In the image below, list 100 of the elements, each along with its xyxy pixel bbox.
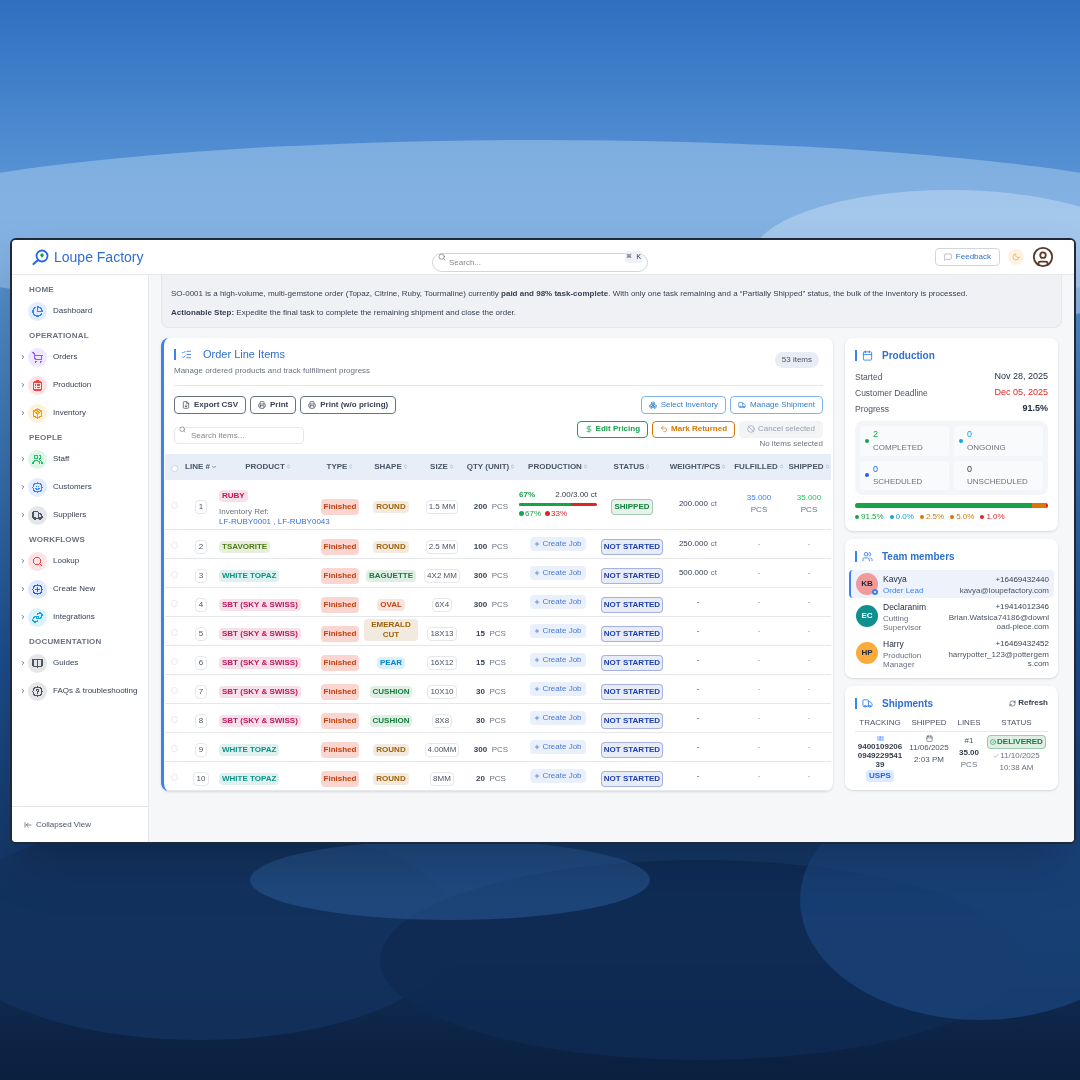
status-tag: SHIPPED [611, 499, 653, 516]
shape-tag: ROUND [373, 744, 409, 756]
sort-icon[interactable] [778, 464, 784, 469]
nav-item[interactable]: Create New [53, 583, 96, 595]
size-tag: 4.00MM [424, 743, 460, 757]
column-header[interactable]: LINE # [185, 460, 210, 473]
feedback-button[interactable]: Feedback [934, 248, 1000, 266]
column-header: TRACKING [858, 716, 902, 729]
weight: - [696, 655, 700, 664]
card-title: Order Line Items [203, 347, 285, 362]
refresh-button[interactable]: Refresh [1009, 697, 1048, 709]
sort-icon[interactable] [285, 464, 291, 469]
search-items-field[interactable]: Search items... [174, 426, 304, 444]
unit: PCS [489, 716, 506, 725]
fulfilled-quantity: - [756, 654, 762, 666]
create-job-button[interactable]: Create Job [530, 682, 586, 696]
nav-item[interactable]: Staff [53, 453, 70, 465]
nav-item[interactable]: Dashboard [53, 305, 93, 317]
team-member[interactable]: KB Kavya Order Lead +16469432440 kavya@loupefactory.com [849, 570, 1054, 598]
weight: - [696, 742, 700, 751]
toolbar-button[interactable]: Print [250, 395, 297, 414]
column-header[interactable]: PRODUCT [245, 460, 285, 473]
sort-descending-icon[interactable] [210, 463, 217, 470]
legend-label: 67% [525, 507, 541, 520]
unit: PCS [489, 629, 506, 638]
column-header[interactable]: SHAPE [374, 460, 402, 473]
column-header[interactable]: QTY (UNIT) [466, 460, 510, 473]
sort-icon[interactable] [645, 464, 651, 469]
sort-icon[interactable] [448, 464, 454, 469]
member-email: Brian.Watsica74186@download-piece.com [947, 613, 1049, 632]
quantity: 15 [476, 658, 485, 667]
select-all-checkbox[interactable] [170, 464, 178, 472]
column-header: STATUS [1000, 716, 1033, 729]
sort-icon[interactable] [824, 464, 830, 469]
create-job-button[interactable]: Create Job [530, 595, 586, 609]
nav-item[interactable]: Orders [53, 351, 78, 363]
toolbar-button[interactable]: Select Inventory [640, 395, 727, 414]
file-export-icon [182, 400, 190, 409]
nav-item[interactable]: Integrations [53, 611, 95, 623]
selection-note: No items selected [759, 437, 823, 450]
shipped-quantity: - [806, 567, 812, 579]
line-number: 4 [194, 598, 208, 612]
avatar-icon[interactable] [1032, 246, 1054, 268]
member-name: Declaranim [883, 601, 927, 614]
column-header[interactable]: SIZE [430, 460, 448, 473]
create-job-button[interactable]: Create Job [530, 566, 586, 580]
team-member[interactable]: HP Harry Production Manager +16469432452 harrypotter_123@pottergems.com [849, 634, 1054, 672]
create-job-button[interactable]: Create Job [530, 537, 586, 551]
line-number: 6 [194, 656, 208, 670]
create-job-button[interactable]: Create Job [530, 711, 586, 725]
shape-tag: PEAR [376, 657, 406, 669]
moon-icon [1012, 253, 1020, 261]
create-job-button[interactable]: Create Job [530, 653, 586, 667]
nav-item[interactable]: FAQs & troubleshooting [53, 685, 138, 697]
tracking-number[interactable]: 9400109206094922954139 [857, 741, 903, 769]
sort-icon[interactable] [510, 464, 516, 469]
nav-item[interactable]: Customers [53, 481, 92, 493]
create-job-button[interactable]: Create Job [530, 740, 586, 754]
unit: PCS [489, 687, 506, 696]
collapse-link[interactable]: Collapsed View [36, 818, 91, 831]
detail-label: Started [855, 370, 883, 384]
card-title: Team members [882, 550, 955, 564]
column-header[interactable]: SHIPPED [788, 460, 824, 473]
status-tag: NOT STARTED [600, 655, 664, 671]
size-tag: 6X4 [431, 598, 453, 612]
team-member[interactable]: EC Declaranim Cutting Supervisor +19414012346 Brian.Watsica74186@download-piece.com [849, 598, 1054, 635]
inventory-ref-link[interactable]: , LF-RUBY0043 [273, 517, 330, 527]
nav-item[interactable]: Guides [53, 657, 79, 669]
column-header[interactable]: FULFILLED [734, 460, 778, 473]
type-tag: Finished [320, 655, 360, 671]
column-header[interactable]: STATUS [613, 460, 645, 473]
sort-icon[interactable] [582, 464, 588, 469]
column-header[interactable]: PRODUCTION [528, 460, 582, 473]
nav-item[interactable]: Inventory [53, 407, 86, 419]
create-job-button[interactable]: Create Job [530, 624, 586, 638]
column-header: SHIPPED [910, 716, 948, 729]
member-email: harrypotter_123@pottergems.com [947, 650, 1049, 669]
sort-icon[interactable] [402, 464, 408, 469]
toolbar-button[interactable]: Manage Shipment [730, 395, 823, 414]
stat-value: 0 [967, 428, 973, 441]
toolbar-button[interactable]: Print (w/o pricing) [300, 395, 397, 414]
column-header[interactable]: TYPE [326, 460, 348, 473]
inventory-ref-link[interactable]: LF-RUBY0001 [219, 517, 274, 527]
toolbar-button[interactable]: Export CSV [174, 395, 246, 414]
nav-item[interactable]: Suppliers [53, 509, 87, 521]
sort-icon[interactable] [348, 464, 354, 469]
nav-item[interactable]: Production [53, 379, 92, 391]
column-header[interactable]: WEIGHT/PCS [669, 460, 721, 473]
member-name: Harry [883, 637, 905, 651]
line-number: 7 [194, 685, 208, 699]
weight: - [696, 713, 700, 722]
avatar: KB [856, 573, 878, 595]
weight: - [696, 597, 700, 606]
sort-icon[interactable] [721, 464, 727, 469]
shape-tag: ROUND [373, 501, 409, 514]
nav-item[interactable]: Lookup [53, 555, 80, 567]
accent-bar [855, 697, 857, 709]
fulfilled-quantity: 35.000 [745, 492, 773, 505]
theme-toggle[interactable] [1008, 249, 1024, 265]
create-job-button[interactable]: Create Job [530, 769, 586, 783]
